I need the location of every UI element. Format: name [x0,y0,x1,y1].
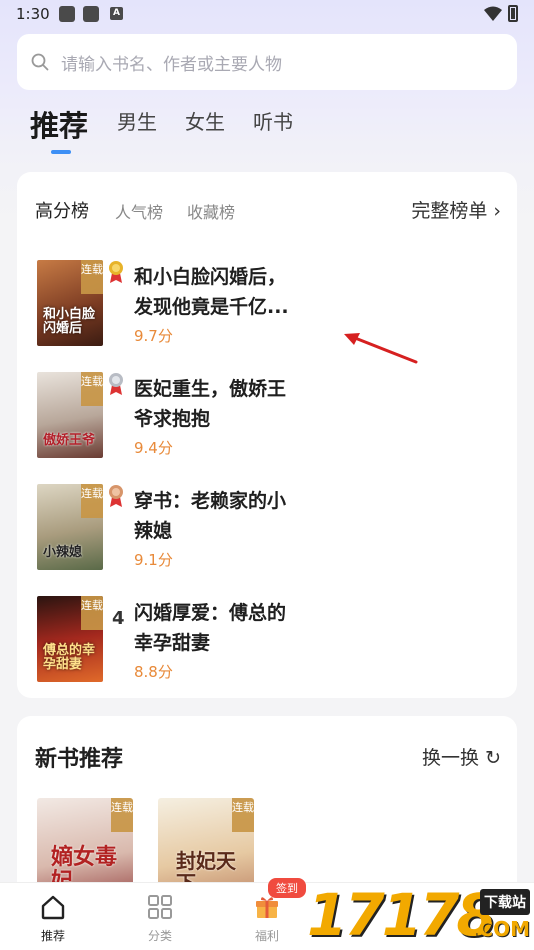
book-title: 和小白脸闪婚后，发现他竟是千亿... [134,266,289,318]
rank-tab-favorites[interactable]: 收藏榜 [187,199,235,223]
search-input[interactable]: 请输入书名、作者或主要人物 [17,34,517,90]
nav-category[interactable]: 分类 [120,883,200,950]
cover-title: 傲娇王爷 [43,433,96,448]
list-item[interactable]: 傅总的幸孕甜妻 连载 4 闪婚厚爱：傅总的幸孕甜妻 8.8分 [37,596,507,686]
book-title: 医妃重生，傲娇王爷求抱抱 [134,378,287,430]
book-cover[interactable]: 和小白脸闪婚后 连载 [37,260,103,346]
cover-title: 和小白脸闪婚后 [43,307,96,336]
app-icon [59,6,75,22]
swap-button[interactable]: 换一换 ↻ [422,743,501,770]
grid-icon [148,895,172,919]
nav-label: 福利 [254,929,279,943]
sign-in-badge[interactable]: 签到 [268,878,306,898]
list-item[interactable]: 小辣媳 连载 穿书：老赖家的小辣媳 9.1分 [37,484,507,574]
status-badge: 连载 [111,798,133,832]
book-title: 穿书：老赖家的小辣媳 [134,490,287,542]
tab-audiobook[interactable]: 听书 [253,106,293,135]
watermark-digits: 17178 [307,881,497,949]
silver-medal-icon [109,373,123,395]
cover-title: 小辣媳 [43,545,83,560]
section-title: 新书推荐 [35,747,124,772]
book-cover[interactable]: 小辣媳 连载 [37,484,103,570]
book-score: 8.8分 [134,663,173,681]
watermark-com: .COM [470,917,530,941]
rank-tab-high-score[interactable]: 高分榜 [35,197,89,223]
book-score: 9.4分 [134,439,173,457]
site-watermark-logo: 17178 下载站 .COM [305,885,534,950]
wifi-icon [484,6,502,21]
ranking-card: 高分榜 人气榜 收藏榜 完整榜单 › 和小白脸闪婚后 连载 和小白脸闪婚后，发现… [17,172,517,698]
book-cover[interactable]: 傅总的幸孕甜妻 连载 [37,596,103,682]
search-placeholder: 请输入书名、作者或主要人物 [61,54,282,75]
rank-tab-popular[interactable]: 人气榜 [115,199,163,223]
book-cover[interactable]: 傲娇王爷 连载 [37,372,103,458]
tab-female[interactable]: 女生 [185,106,225,135]
rank-number: 4 [112,608,125,629]
status-badge: 连载 [81,372,103,406]
status-badge: 连载 [232,798,254,832]
app-icon [83,6,99,22]
cover-title: 傅总的幸孕甜妻 [43,643,96,672]
book-score: 9.1分 [134,551,173,569]
tab-underline [51,150,71,154]
tab-recommend[interactable]: 推荐 [30,103,88,145]
list-item[interactable]: 傲娇王爷 连载 医妃重生，傲娇王爷求抱抱 9.4分 [37,372,507,462]
home-icon [41,895,65,920]
status-bar: 1:30 A [0,0,534,30]
bronze-medal-icon [109,485,123,507]
status-time: 1:30 [16,5,50,23]
book-score: 9.7分 [134,327,173,345]
status-badge: 连载 [81,596,103,630]
watermark-box: 下载站 [480,889,530,915]
battery-icon [508,5,518,22]
annotation-arrow-icon [344,333,418,364]
list-item[interactable]: 和小白脸闪婚后 连载 和小白脸闪婚后，发现他竟是千亿... 9.7分 [37,260,507,350]
a-icon: A [110,7,123,20]
gold-medal-icon [109,261,123,283]
nav-label: 分类 [147,929,172,943]
search-icon [31,53,49,71]
status-badge: 连载 [81,484,103,518]
tab-male[interactable]: 男生 [117,106,157,135]
status-badge: 连载 [81,260,103,294]
book-title: 闪婚厚爱：傅总的幸孕甜妻 [134,602,287,654]
nav-label: 推荐 [40,929,65,943]
nav-recommend[interactable]: 推荐 [13,883,93,950]
full-list-link[interactable]: 完整榜单 › [411,196,501,223]
